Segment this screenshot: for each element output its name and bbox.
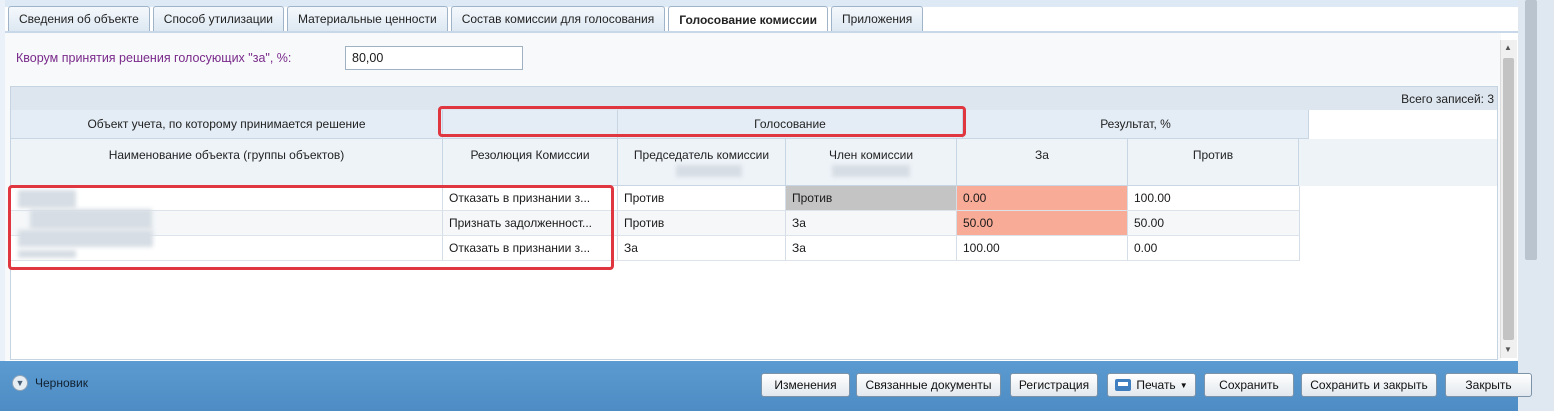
col-header-name[interactable]: Наименование объекта (группы объектов) (11, 139, 443, 186)
tab-commission-members[interactable]: Состав комиссии для голосования (450, 6, 666, 31)
printer-icon (1115, 379, 1132, 391)
scroll-down-icon[interactable]: ▼ (1504, 345, 1512, 354)
member-vote-cell[interactable]: Против (786, 186, 957, 211)
status-label: Черновик (35, 376, 88, 390)
col-header-resolution[interactable]: Резолюция Комиссии (443, 139, 618, 186)
col-header-for[interactable]: За (957, 139, 1128, 186)
total-records: Всего записей: 3 (1401, 92, 1494, 106)
tab-commission-voting[interactable]: Голосование комиссии (668, 6, 829, 33)
result-against-cell: 0.00 (1128, 236, 1300, 261)
save-and-close-button[interactable]: Сохранить и закрыть (1301, 373, 1437, 397)
redacted-chairman-name (676, 165, 742, 177)
grid-scrollbar[interactable]: ▲ ▼ (1500, 40, 1517, 358)
result-for-cell: 100.00 (957, 236, 1128, 261)
col-header-member[interactable]: Член комиссии (786, 139, 957, 186)
annotation-voting-header (438, 106, 966, 137)
related-documents-button[interactable]: Связанные документы (856, 373, 1001, 397)
group-header-result: Результат, % (963, 110, 1309, 139)
print-label: Печать (1136, 378, 1176, 392)
outer-scrollbar-thumb[interactable] (1525, 0, 1537, 260)
tab-disposal-method[interactable]: Способ утилизации (152, 6, 284, 31)
chairman-vote-cell[interactable]: Против (618, 211, 786, 236)
result-for-cell: 50.00 (957, 211, 1128, 236)
scroll-up-icon[interactable]: ▲ (1504, 43, 1512, 52)
member-vote-cell[interactable]: За (786, 236, 957, 261)
chairman-vote-cell[interactable]: Против (618, 186, 786, 211)
close-button[interactable]: Закрыть (1445, 373, 1532, 397)
col-header-chairman[interactable]: Председатель комиссии (618, 139, 786, 186)
tab-object-info[interactable]: Сведения об объекте (8, 6, 150, 31)
quorum-label: Кворум принятия решения голосующих "за",… (16, 51, 292, 65)
tab-bar: Сведения об объекте Способ утилизации Ма… (8, 6, 924, 33)
member-vote-cell[interactable]: За (786, 211, 957, 236)
group-header-object: Объект учета, по которому принимается ре… (11, 110, 443, 139)
chevron-down-icon[interactable]: ▼ (12, 375, 28, 391)
scrollbar-thumb[interactable] (1503, 58, 1514, 340)
save-button[interactable]: Сохранить (1204, 373, 1294, 397)
quorum-input[interactable]: 80,00 (345, 46, 523, 70)
dropdown-caret-icon: ▼ (1179, 380, 1188, 390)
tab-material-values[interactable]: Материальные ценности (287, 6, 448, 31)
tab-attachments[interactable]: Приложения (831, 6, 924, 31)
redacted-member-name (832, 165, 910, 177)
annotation-rows (8, 185, 614, 270)
document-status: ▼ Черновик (12, 375, 88, 391)
result-against-cell: 100.00 (1128, 186, 1300, 211)
chairman-vote-cell[interactable]: За (618, 236, 786, 261)
result-against-cell: 50.00 (1128, 211, 1300, 236)
col-header-against[interactable]: Против (1128, 139, 1299, 186)
result-for-cell: 0.00 (957, 186, 1128, 211)
registration-button[interactable]: Регистрация (1010, 373, 1098, 397)
changes-button[interactable]: Изменения (761, 373, 850, 397)
print-button[interactable]: Печать ▼ (1107, 373, 1196, 397)
